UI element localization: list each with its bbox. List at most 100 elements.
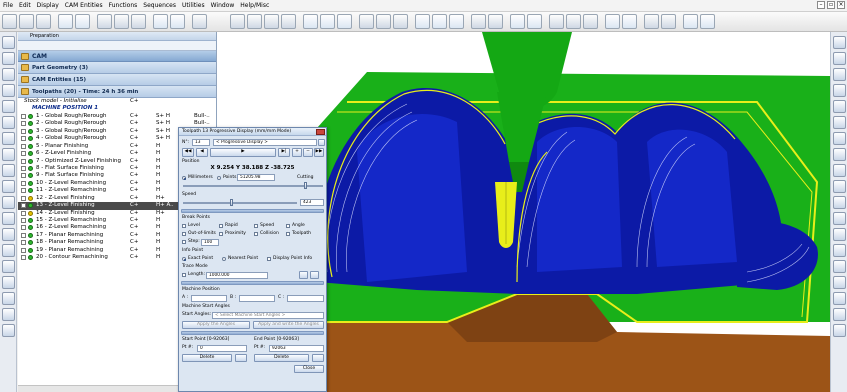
step-value-field[interactable]: 100 xyxy=(201,239,219,246)
curve-tool-icon[interactable] xyxy=(2,100,15,113)
position-slider-thumb[interactable] xyxy=(303,182,307,189)
hidden-line-icon[interactable] xyxy=(393,14,408,29)
end-point-field[interactable]: 92063 xyxy=(269,345,324,352)
section-cam-entities[interactable]: CAM Entities (15) xyxy=(18,74,216,86)
grid-icon[interactable] xyxy=(833,244,846,257)
length-value-field[interactable]: 1000.000 xyxy=(206,272,268,279)
circle-icon[interactable] xyxy=(449,14,464,29)
zoom-window-icon[interactable] xyxy=(833,164,846,177)
toolpath-checkbox[interactable] xyxy=(21,218,26,223)
toolpath-checkbox[interactable] xyxy=(21,165,26,171)
toolpath-checkbox[interactable] xyxy=(21,240,26,246)
menu-edit[interactable]: Edit xyxy=(16,0,34,12)
collision-checkbox[interactable] xyxy=(254,232,258,236)
menu-window[interactable]: Window xyxy=(208,0,238,12)
pan-icon[interactable] xyxy=(320,14,335,29)
zoom-in-icon[interactable] xyxy=(833,132,846,145)
offset-tool-icon[interactable] xyxy=(2,164,15,177)
point-tool-icon[interactable] xyxy=(2,52,15,65)
menu-functions[interactable]: Functions xyxy=(106,0,141,12)
menu-sequences[interactable]: Sequences xyxy=(140,0,179,12)
array-tool-icon[interactable] xyxy=(2,276,15,289)
text-tool-icon[interactable] xyxy=(2,212,15,225)
nearest-point-radio[interactable] xyxy=(222,257,226,261)
toolpath-checkbox[interactable] xyxy=(21,151,26,157)
toolpath-checkbox[interactable] xyxy=(21,143,26,149)
redo-icon[interactable] xyxy=(75,14,90,29)
trace-mode-a-icon[interactable] xyxy=(299,271,308,279)
axes-icon[interactable] xyxy=(833,260,846,273)
layers-icon[interactable] xyxy=(153,14,168,29)
open-file-icon[interactable] xyxy=(19,14,34,29)
view-iso-icon[interactable] xyxy=(230,14,245,29)
wireframe-icon[interactable] xyxy=(376,14,391,29)
display-mode-select[interactable]: < Progressive Display > xyxy=(213,139,317,146)
pick-end-icon[interactable] xyxy=(312,354,324,362)
toolpath-checkbox[interactable] xyxy=(21,210,26,216)
speed-checkbox[interactable] xyxy=(254,224,258,228)
trace-mode-b-icon[interactable] xyxy=(310,271,319,279)
dimension-tool-icon[interactable] xyxy=(2,228,15,241)
toolpath-checkbox[interactable] xyxy=(21,255,26,261)
pick-start-icon[interactable] xyxy=(235,354,247,362)
settings-icon[interactable] xyxy=(683,14,698,29)
dialog-title-bar[interactable]: Toolpath 13 Progressive Display (mm/mm M… xyxy=(179,128,326,136)
nc-file-icon[interactable] xyxy=(622,14,637,29)
restore-icon[interactable]: ▫ xyxy=(827,1,835,9)
rotate-icon[interactable] xyxy=(303,14,318,29)
light-icon[interactable] xyxy=(833,212,846,225)
snap-icon[interactable] xyxy=(833,292,846,305)
trim-tool-icon[interactable] xyxy=(2,180,15,193)
view-top-right-icon[interactable] xyxy=(833,52,846,65)
menu-file[interactable]: File xyxy=(0,0,16,12)
collision-icon[interactable] xyxy=(661,14,676,29)
rapid-checkbox[interactable] xyxy=(219,224,223,228)
line-icon[interactable] xyxy=(432,14,447,29)
new-file-icon[interactable] xyxy=(2,14,17,29)
surface-icon[interactable] xyxy=(471,14,486,29)
refresh-icon[interactable] xyxy=(833,324,846,337)
project-tool-icon[interactable] xyxy=(2,196,15,209)
view-back-icon[interactable] xyxy=(833,100,846,113)
undo-icon[interactable] xyxy=(58,14,73,29)
toolpath-checkbox[interactable] xyxy=(21,247,26,253)
point-icon[interactable] xyxy=(415,14,430,29)
postprocessor-icon[interactable] xyxy=(605,14,620,29)
toolpath-checkbox[interactable] xyxy=(21,232,26,238)
properties-tool-icon[interactable] xyxy=(2,324,15,337)
view-bottom-icon[interactable] xyxy=(833,68,846,81)
toolpath-row[interactable]: 1 - Global Rough/Rerough C+ S+ H Bull-.. xyxy=(18,113,216,120)
toolpath-icon[interactable] xyxy=(566,14,581,29)
stock-model-row[interactable]: Stock model - Initialise C+ xyxy=(18,98,216,105)
position-slider-track[interactable] xyxy=(183,185,323,187)
view-right-icon[interactable] xyxy=(281,14,296,29)
section-part-geometry[interactable]: Part Geometry (3) xyxy=(18,62,216,74)
close-icon[interactable]: × xyxy=(837,1,845,9)
exact-point-radio[interactable] xyxy=(182,257,186,261)
first-step-icon[interactable]: ◀◀ xyxy=(182,148,194,157)
prev-step-icon[interactable]: ◀ xyxy=(196,148,208,157)
points-value-field[interactable]: 51205.98 xyxy=(237,174,275,181)
proximity-checkbox[interactable] xyxy=(219,232,223,236)
display-icon[interactable] xyxy=(170,14,185,29)
rectangle-tool-icon[interactable] xyxy=(2,116,15,129)
view-iso-right-icon[interactable] xyxy=(833,116,846,129)
toolpath-checkbox[interactable] xyxy=(21,180,26,186)
apply-write-angles-button[interactable]: Apply and write the Angles xyxy=(253,321,324,329)
out-of-limits-checkbox[interactable] xyxy=(182,232,186,236)
panel-tabs[interactable] xyxy=(18,41,216,51)
chevron-down-icon[interactable] xyxy=(318,139,325,146)
angle-checkbox[interactable] xyxy=(286,224,290,228)
remove-icon[interactable]: − xyxy=(303,148,313,157)
toolpath-checkbox[interactable] xyxy=(21,188,26,194)
speed-value-field[interactable]: 423 xyxy=(300,199,324,206)
view-top-icon[interactable] xyxy=(247,14,262,29)
section-view-icon[interactable] xyxy=(833,196,846,209)
mirror-tool-icon[interactable] xyxy=(2,260,15,273)
select-icon[interactable] xyxy=(2,36,15,49)
toolpath-checkbox[interactable] xyxy=(21,195,26,201)
millimeters-radio[interactable] xyxy=(182,176,186,180)
line-tool-icon[interactable] xyxy=(2,68,15,81)
tool-icon[interactable] xyxy=(549,14,564,29)
toolpath-checkbox[interactable] xyxy=(21,121,26,127)
